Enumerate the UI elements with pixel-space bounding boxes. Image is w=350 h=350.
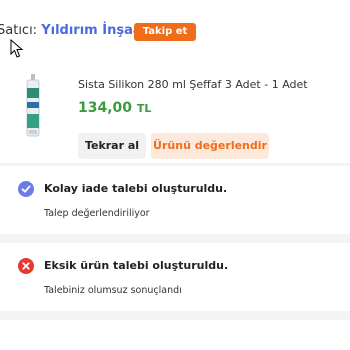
status-subtitle: Talep değerlendiriliyor (44, 208, 150, 219)
product-price: 134,00 TL (78, 100, 151, 116)
product-card: Sista Silikon 280 ml Şeffaf 3 Adet - 1 A… (0, 58, 350, 163)
check-circle-icon (18, 181, 34, 197)
seller-prefix: Satıcı: (0, 23, 38, 38)
error-circle-icon (18, 258, 34, 274)
seller-row: Satıcı: Yıldırım İnşaat Takip et (0, 0, 350, 58)
status-card-missing-item[interactable]: Eksik ürün talebi oluşturuldu. Talebiniz… (0, 243, 350, 311)
review-product-button[interactable]: Ürünü değerlendir (151, 133, 269, 159)
seller-info: Satıcı: Yıldırım İnşaat (0, 22, 148, 40)
status-card-return[interactable]: Kolay iade talebi oluşturuldu. Talep değ… (0, 166, 350, 234)
rebuy-button[interactable]: Tekrar al (78, 133, 146, 159)
price-currency: TL (136, 102, 152, 115)
mouse-cursor-icon (10, 39, 24, 58)
product-title[interactable]: Sista Silikon 280 ml Şeffaf 3 Adet - 1 A… (78, 78, 308, 91)
follow-button[interactable]: Takip et (134, 23, 196, 41)
status-title: Eksik ürün talebi oluşturuldu. (44, 259, 229, 272)
status-subtitle: Talebiniz olumsuz sonuçlandı (44, 285, 182, 296)
status-title: Kolay iade talebi oluşturuldu. (44, 182, 228, 195)
product-thumbnail[interactable] (22, 74, 44, 138)
price-value: 134,00 (78, 100, 133, 116)
seller-name-link[interactable]: Yıldırım İnşaat (41, 23, 148, 38)
next-card (0, 320, 350, 350)
